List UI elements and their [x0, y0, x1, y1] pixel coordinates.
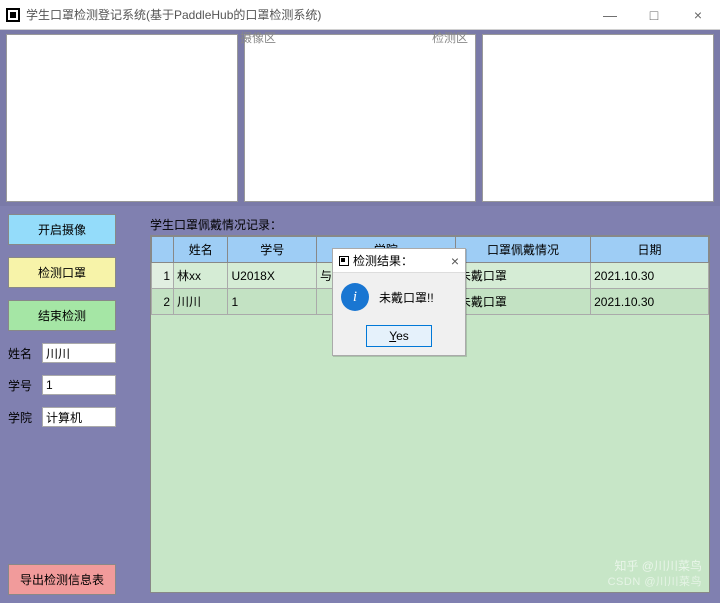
- college-input[interactable]: [42, 407, 116, 427]
- camera-box-3: [482, 34, 714, 202]
- name-label: 姓名: [8, 345, 38, 362]
- sidebar: 开启摄像 检测口罩 结束检测 姓名 学号 学院 导出检测信息表: [0, 206, 124, 603]
- info-icon: i: [341, 283, 369, 311]
- end-detect-button[interactable]: 结束检测: [8, 300, 116, 331]
- start-camera-button[interactable]: 开启摄像: [8, 214, 116, 245]
- titlebar: 学生口罩检测登记系统(基于PaddleHub的口罩检测系统) — □ ×: [0, 0, 720, 30]
- id-input[interactable]: [42, 375, 116, 395]
- camera-caption-2: 检测区: [432, 29, 468, 46]
- id-row: 学号: [8, 375, 116, 395]
- college-label: 学院: [8, 409, 38, 426]
- id-label: 学号: [8, 377, 38, 394]
- name-row: 姓名: [8, 343, 116, 363]
- window-controls: — □ ×: [588, 0, 720, 30]
- dialog-titlebar: 检测结果： ×: [333, 249, 465, 273]
- camera-box-1: [6, 34, 238, 202]
- college-row: 学院: [8, 407, 116, 427]
- app-icon: [6, 8, 20, 22]
- col-date: 日期: [591, 237, 709, 263]
- records-title: 学生口罩佩戴情况记录：: [150, 216, 710, 233]
- window-title: 学生口罩检测登记系统(基于PaddleHub的口罩检测系统): [26, 6, 321, 23]
- detect-mask-button[interactable]: 检测口罩: [8, 257, 116, 288]
- export-button[interactable]: 导出检测信息表: [8, 564, 116, 595]
- dialog-icon: [339, 256, 349, 266]
- camera-row: 摄像区 检测区: [0, 30, 720, 206]
- close-button[interactable]: ×: [676, 0, 720, 30]
- dialog-close-button[interactable]: ×: [451, 253, 459, 269]
- dialog-yes-button[interactable]: Yes: [366, 325, 432, 347]
- detection-result-dialog: 检测结果： × i 未戴口罩!! Yes: [332, 248, 466, 356]
- camera-caption-1: 摄像区: [240, 29, 276, 46]
- camera-box-2: [244, 34, 476, 202]
- minimize-button[interactable]: —: [588, 0, 632, 30]
- col-mask: 口罩佩戴情况: [455, 237, 590, 263]
- col-id: 学号: [228, 237, 317, 263]
- dialog-title: 检测结果：: [353, 252, 413, 269]
- name-input[interactable]: [42, 343, 116, 363]
- dialog-message: 未戴口罩!!: [379, 289, 434, 306]
- col-name: 姓名: [174, 237, 228, 263]
- maximize-button[interactable]: □: [632, 0, 676, 30]
